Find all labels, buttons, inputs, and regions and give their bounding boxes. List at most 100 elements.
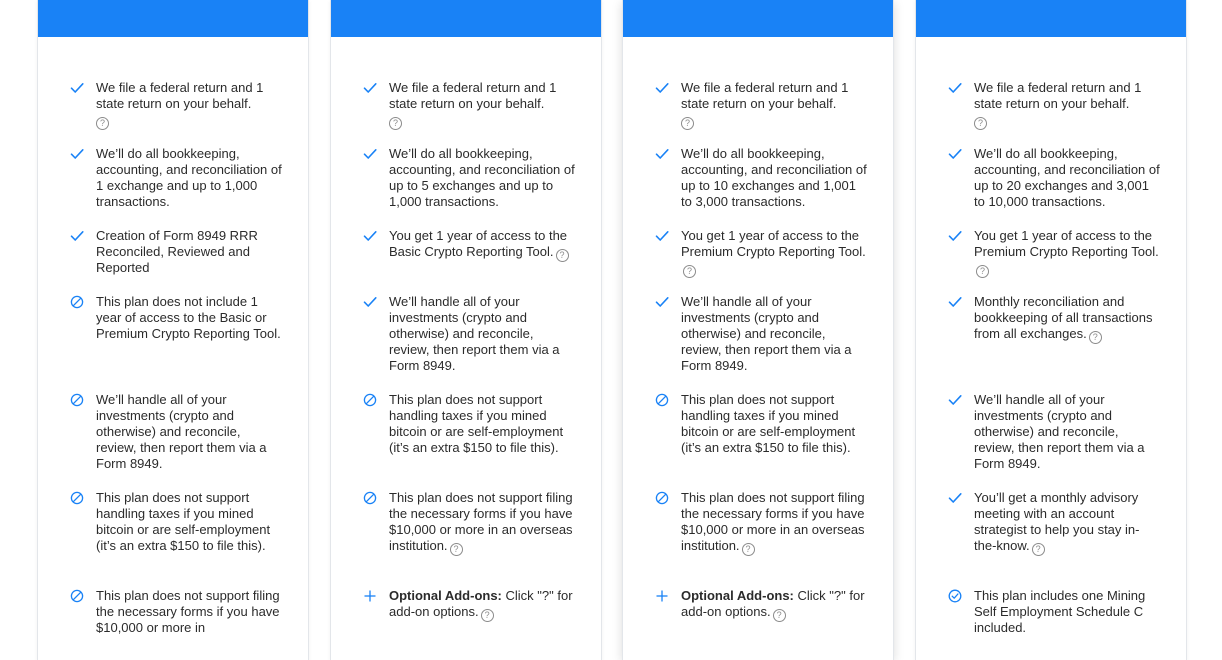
checkmark-icon [363,229,377,243]
checkmark-icon [655,147,669,161]
feature-item: We’ll do all bookkeeping, accounting, an… [389,146,575,210]
feature-item: We’ll do all bookkeeping, accounting, an… [681,146,867,210]
help-icon[interactable]: ? [555,249,569,262]
feature-text: We’ll handle all of your investments (cr… [974,392,1145,471]
feature-text: This plan does not support handling taxe… [389,392,564,455]
not-included-icon [70,393,84,407]
help-icon[interactable]: ? [1088,331,1102,344]
feature-item: This plan does not support handling taxe… [96,490,282,554]
help-icon[interactable]: ? [976,265,989,278]
help-icon[interactable]: ? [1031,543,1045,556]
plan-card: others. We file a federal return and 1 st… [37,0,309,660]
feature-text: This plan does not support filing the ne… [389,490,573,553]
plan-card-header [916,0,1186,37]
checkmark-icon [70,81,84,95]
checkmark-icon [948,393,962,407]
checkmark-icon [655,295,669,309]
plan-card-header [331,0,601,37]
feature-text: You get 1 year of access to the Basic Cr… [389,228,568,259]
feature-text: This plan does not include 1 year of acc… [96,294,281,341]
checkmark-icon [363,81,377,95]
plan-header-text: others. [38,0,308,4]
checkmark-icon [948,491,962,505]
feature-item: We file a federal return and 1 state ret… [96,80,282,130]
feature-text: This plan does not support filing the ne… [96,588,280,635]
addons-label: Optional Add-ons: [389,588,502,603]
feature-text: We file a federal return and 1 state ret… [96,80,264,111]
feature-item: Optional Add-ons: Click "?" for add-on o… [681,588,867,622]
help-icon[interactable]: ? [772,609,786,622]
not-included-icon [363,393,377,407]
feature-item: We’ll do all bookkeeping, accounting, an… [974,146,1160,210]
help-icon[interactable]: ? [741,543,755,556]
feature-item: We file a federal return and 1 state ret… [681,80,867,130]
feature-item: We’ll do all bookkeeping, accounting, an… [96,146,282,210]
feature-item: We’ll handle all of your investments (cr… [681,294,867,374]
feature-text: This plan does not support handling taxe… [96,490,271,553]
checkmark-icon [655,229,669,243]
help-icon[interactable]: ? [480,609,494,622]
feature-text: You get 1 year of access to the Premium … [974,228,1159,259]
help-icon[interactable]: ? [449,543,463,556]
feature-text: You get 1 year of access to the Premium … [681,228,866,259]
feature-text: You’ll get a monthly advisory meeting wi… [974,490,1140,553]
checkmark-icon [948,295,962,309]
feature-item: Optional Add-ons: Click "?" for add-on o… [389,588,575,622]
feature-text: Monthly reconciliation and bookkeeping o… [974,294,1153,341]
feature-text: This plan does not support handling taxe… [681,392,856,455]
feature-item: We’ll handle all of your investments (cr… [974,392,1160,472]
checkmark-icon [363,295,377,309]
feature-item: You get 1 year of access to the Premium … [681,228,867,278]
not-included-icon [363,491,377,505]
feature-text: We file a federal return and 1 state ret… [974,80,1142,111]
plan-card: We file a federal return and 1 state ret… [622,0,894,660]
feature-text: This plan does not support filing the ne… [681,490,865,553]
feature-item: This plan includes one Mining Self Emplo… [974,588,1160,636]
not-included-icon [655,491,669,505]
plus-icon [363,589,377,603]
plan-card: We file a federal return and 1 state ret… [915,0,1187,660]
feature-item: We’ll handle all of your investments (cr… [96,392,282,472]
feature-item: You get 1 year of access to the Basic Cr… [389,228,575,262]
checkmark-icon [70,229,84,243]
feature-text: We’ll do all bookkeeping, accounting, an… [389,146,575,209]
feature-text: We’ll handle all of your investments (cr… [389,294,560,373]
feature-text: We file a federal return and 1 state ret… [681,80,849,111]
feature-text: We’ll do all bookkeeping, accounting, an… [974,146,1160,209]
check-circle-icon [948,589,962,603]
checkmark-icon [948,147,962,161]
not-included-icon [70,295,84,309]
feature-item: We’ll handle all of your investments (cr… [389,294,575,374]
plan-card-header [623,0,893,37]
feature-item: You get 1 year of access to the Premium … [974,228,1160,278]
checkmark-icon [655,81,669,95]
help-icon[interactable]: ? [974,117,987,130]
help-icon[interactable]: ? [681,117,694,130]
plan-card: We file a federal return and 1 state ret… [330,0,602,660]
feature-text: We’ll handle all of your investments (cr… [96,392,267,471]
feature-item: This plan does not support filing the ne… [681,490,867,556]
help-icon[interactable]: ? [389,117,402,130]
help-icon[interactable]: ? [96,117,109,130]
not-included-icon [70,589,84,603]
plus-icon [655,589,669,603]
feature-text: We’ll do all bookkeeping, accounting, an… [96,146,282,209]
feature-item: You’ll get a monthly advisory meeting wi… [974,490,1160,556]
feature-item: Creation of Form 8949 RRR Reconciled, Re… [96,228,282,276]
checkmark-icon [70,147,84,161]
feature-item: We file a federal return and 1 state ret… [389,80,575,130]
feature-text: Creation of Form 8949 RRR Reconciled, Re… [96,228,258,275]
feature-item: This plan does not include 1 year of acc… [96,294,282,342]
feature-text: We file a federal return and 1 state ret… [389,80,557,111]
plan-card-header: others. [38,0,308,37]
feature-item: This plan does not support handling taxe… [681,392,867,456]
feature-text: We’ll do all bookkeeping, accounting, an… [681,146,867,209]
feature-item: Monthly reconciliation and bookkeeping o… [974,294,1160,344]
feature-item: This plan does not support filing the ne… [96,588,282,636]
feature-text: We’ll handle all of your investments (cr… [681,294,852,373]
feature-item: This plan does not support handling taxe… [389,392,575,456]
feature-text: This plan includes one Mining Self Emplo… [974,588,1146,635]
checkmark-icon [948,81,962,95]
feature-item: We file a federal return and 1 state ret… [974,80,1160,130]
help-icon[interactable]: ? [683,265,696,278]
